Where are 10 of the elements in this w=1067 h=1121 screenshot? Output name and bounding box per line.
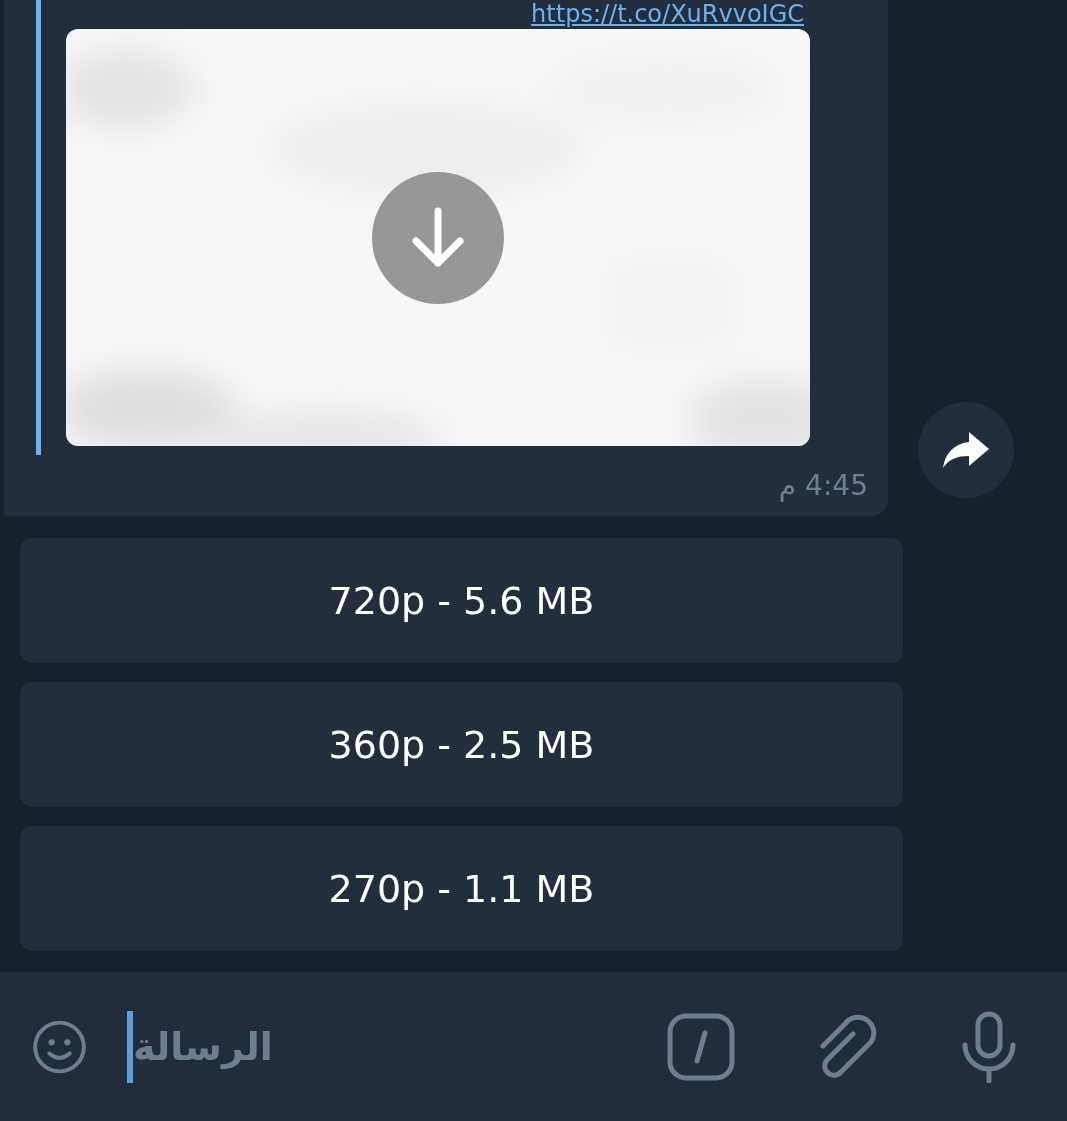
message-time: 4:45 م (778, 469, 868, 502)
link[interactable]: https://t.co/XuRvvoIGC (531, 0, 804, 29)
keyboard-button[interactable]: 270p - 1.1 MB (20, 826, 903, 951)
bot-command-icon[interactable] (667, 1012, 735, 1081)
attach-icon[interactable] (817, 1013, 879, 1080)
keyboard-button[interactable]: 360p - 2.5 MB (20, 682, 903, 807)
download-icon (410, 207, 466, 269)
forward-icon (943, 432, 989, 468)
keyboard-button[interactable]: 720p - 5.6 MB (20, 538, 903, 663)
microphone-icon[interactable] (961, 1010, 1017, 1083)
